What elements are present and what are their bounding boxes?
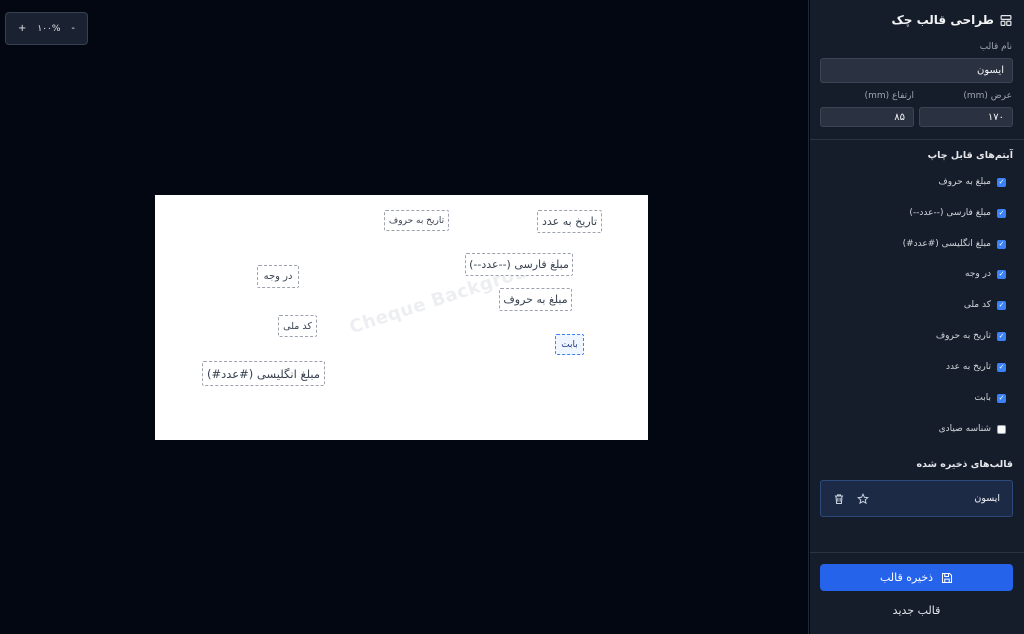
checkbox-reason[interactable]: ✓: [997, 393, 1006, 403]
field-payee[interactable]: در وجه: [257, 265, 299, 288]
field-reason[interactable]: بابت: [555, 334, 584, 355]
saved-template-actions: [833, 492, 869, 505]
checkbox-amount-english[interactable]: ✓: [997, 239, 1006, 249]
item-payee[interactable]: ✓ در وجه: [965, 269, 1006, 279]
divider: [810, 139, 1024, 140]
item-label: کد ملی: [963, 300, 991, 310]
item-label: بابت: [974, 393, 991, 403]
item-national-code[interactable]: ✓ کد ملی: [964, 300, 1006, 310]
item-amount-persian[interactable]: ✓ مبلغ فارسی (--عدد--): [909, 208, 1006, 218]
star-icon[interactable]: [857, 492, 869, 505]
field-amount-english[interactable]: مبلغ انگلیسی (#عدد#): [202, 361, 325, 386]
checkbox-sayad-id[interactable]: [997, 424, 1006, 434]
width-label: عرض (mm): [963, 91, 1012, 101]
template-name-input[interactable]: ایسون: [820, 58, 1013, 83]
item-date-words[interactable]: ✓ تاریخ به حروف: [936, 331, 1006, 341]
item-amount-words[interactable]: ✓ مبلغ به حروف: [938, 177, 1006, 187]
item-label: مبلغ انگلیسی (#عدد#): [902, 239, 991, 249]
item-label: در وجه: [965, 269, 991, 279]
cheque-paper: Cheque Background تاریخ به حروف تاریخ به…: [155, 195, 648, 440]
saved-template-item[interactable]: ایسون: [820, 480, 1013, 517]
item-date-number[interactable]: ✓ تاریخ به عدد: [946, 362, 1006, 372]
zoom-control: + ۱۰۰% -: [5, 12, 88, 45]
field-amount-words[interactable]: مبلغ به حروف: [499, 288, 572, 311]
field-date-number[interactable]: تاریخ به عدد: [537, 210, 602, 233]
item-label: تاریخ به عدد: [945, 362, 991, 372]
item-sayad-id[interactable]: شناسه صیادی: [939, 424, 1006, 434]
trash-icon[interactable]: [833, 493, 845, 505]
template-name-label: نام قالب: [979, 42, 1012, 52]
checkbox-amount-persian[interactable]: ✓: [997, 208, 1006, 218]
item-amount-english[interactable]: ✓ مبلغ انگلیسی (#عدد#): [903, 239, 1006, 249]
item-label: شناسه صیادی: [938, 424, 991, 434]
checkbox-payee[interactable]: ✓: [997, 269, 1006, 279]
item-label: مبلغ فارسی (--عدد--): [909, 208, 991, 218]
checkbox-date-words[interactable]: ✓: [997, 331, 1006, 341]
item-label: مبلغ به حروف: [938, 177, 991, 187]
save-template-button[interactable]: ذخیره قالب: [820, 564, 1013, 591]
item-reason[interactable]: ✓ بابت: [974, 393, 1006, 403]
item-label: تاریخ به حروف: [935, 331, 991, 341]
template-settings-panel: طراحی قالب چک نام قالب ایسون عرض (mm) ار…: [810, 0, 1024, 634]
saved-templates-title: قالب‌های ذخیره شده: [916, 459, 1013, 470]
printable-items-title: آیتم‌های قابل چاپ: [927, 150, 1013, 161]
field-date-words[interactable]: تاریخ به حروف: [384, 210, 449, 231]
checkbox-amount-words[interactable]: ✓: [997, 177, 1006, 187]
canvas-area: + ۱۰۰% - Cheque Background تاریخ به حروف…: [0, 0, 809, 634]
checkbox-national-code[interactable]: ✓: [997, 300, 1006, 310]
panel-header: طراحی قالب چک: [891, 13, 1012, 27]
saved-template-name: ایسون: [974, 493, 1000, 504]
height-label: ارتفاع (mm): [864, 91, 914, 101]
field-amount-persian[interactable]: مبلغ فارسی (--عدد--): [465, 253, 573, 276]
checkbox-date-number[interactable]: ✓: [997, 362, 1006, 372]
zoom-level: ۱۰۰%: [37, 23, 61, 34]
new-template-button[interactable]: قالب جدید: [820, 599, 1013, 621]
divider: [810, 552, 1024, 553]
field-national-code[interactable]: کد ملی: [278, 315, 317, 337]
layout-icon: [1000, 14, 1012, 26]
zoom-out-button[interactable]: -: [71, 23, 75, 34]
save-icon: [941, 572, 953, 584]
zoom-in-button[interactable]: +: [18, 23, 26, 34]
width-input[interactable]: ۱۷۰: [919, 107, 1013, 127]
panel-title: طراحی قالب چک: [891, 13, 994, 27]
height-input[interactable]: ۸۵: [820, 107, 914, 127]
save-button-label: ذخیره قالب: [879, 571, 934, 584]
